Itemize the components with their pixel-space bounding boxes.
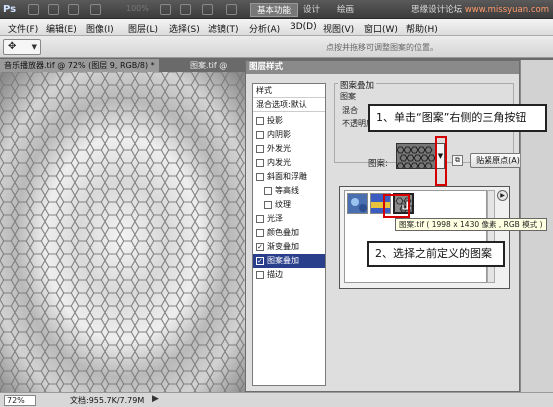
effect-checkbox[interactable] xyxy=(256,271,264,279)
effect-label: 等高线 xyxy=(275,186,299,195)
effect-item[interactable]: 内发光 xyxy=(253,156,325,170)
effect-checkbox[interactable]: ✓ xyxy=(256,243,264,251)
dialog-title: 图层样式 xyxy=(246,61,519,74)
effect-checkbox[interactable] xyxy=(264,201,272,209)
pattern-grid xyxy=(344,190,487,283)
effect-item[interactable]: 光泽 xyxy=(253,212,325,226)
menu-filter[interactable]: 滤镜(T) xyxy=(208,22,239,35)
menu-3d[interactable]: 3D(D) xyxy=(290,22,317,32)
workspace-design[interactable]: 设计 xyxy=(297,3,326,17)
pattern-tooltip: 图案.tif ( 1998 x 1430 像素 , RGB 模式 ) xyxy=(395,218,547,231)
effect-checkbox[interactable] xyxy=(256,145,264,153)
options-hint: 点按并拖移可调整图案的位置。 xyxy=(326,43,438,52)
zoom-field[interactable]: 72% xyxy=(4,395,36,406)
effect-item[interactable]: 内阴影 xyxy=(253,128,325,142)
status-bar: 72% 文档:955.7K/7.79M ▶ xyxy=(0,392,553,407)
blend-options-item[interactable]: 混合选项:默认 xyxy=(253,98,325,112)
screen-mode-icon[interactable] xyxy=(226,4,237,15)
effect-item[interactable]: 纹理 xyxy=(253,198,325,212)
pattern-preset-bubbles[interactable] xyxy=(347,193,368,214)
zoom-level[interactable]: 100% xyxy=(126,4,149,13)
workspace-painting[interactable]: 绘画 xyxy=(331,3,360,17)
menu-file[interactable]: 文件(F) xyxy=(8,22,38,35)
effect-label: 颜色叠加 xyxy=(267,228,299,237)
picker-menu-icon[interactable]: ▶ xyxy=(497,190,508,201)
effect-item[interactable]: 等高线 xyxy=(253,184,325,198)
effect-item[interactable]: ✓ 渐变叠加 xyxy=(253,240,325,254)
effect-item[interactable]: 描边 xyxy=(253,268,325,282)
effect-item[interactable]: 斜面和浮雕 xyxy=(253,170,325,184)
step2-callout: 2、选择之前定义的图案 xyxy=(367,241,505,267)
pattern-label: 图案: xyxy=(368,159,388,169)
styles-list: 样式 混合选项:默认 投影 内阴影 外发光 内发光 斜面和浮雕 等高线 纹理 光泽 颜色叠加 ✓ 渐… xyxy=(252,83,326,386)
effect-checkbox[interactable] xyxy=(256,159,264,167)
tab-music-player-doc[interactable]: 音乐播放器.tif @ 72% (图层 9, RGB/8) * xyxy=(0,59,159,72)
effect-checkbox[interactable]: ✓ xyxy=(256,257,264,265)
menu-analysis[interactable]: 分析(A) xyxy=(249,22,280,35)
zoom-tool-icon[interactable] xyxy=(90,4,101,15)
blend-mode-label: 混合 xyxy=(342,106,358,115)
pattern-grid-scrollbar[interactable] xyxy=(487,190,495,283)
highlight-selected-pattern xyxy=(383,194,410,218)
move-tool-icon: ✥ xyxy=(8,41,17,52)
watermark: 思缘设计论坛 www.missyuan.com xyxy=(411,3,549,15)
effect-item[interactable]: 外发光 xyxy=(253,142,325,156)
effect-checkbox[interactable] xyxy=(256,229,264,237)
effect-label: 图案叠加 xyxy=(267,256,299,265)
brand-name: 思缘设计论坛 xyxy=(411,5,463,15)
pattern-overlay-title: 图案叠加 xyxy=(338,79,377,91)
bridge-icon[interactable] xyxy=(28,4,39,15)
arrange-documents-icon[interactable] xyxy=(202,4,213,15)
effect-item[interactable]: 投影 xyxy=(253,114,325,128)
styles-header[interactable]: 样式 xyxy=(253,84,325,98)
document-canvas[interactable] xyxy=(0,72,245,392)
effect-label: 渐变叠加 xyxy=(267,242,299,251)
menu-window[interactable]: 窗口(W) xyxy=(364,22,398,35)
highlight-dropdown-arrow xyxy=(435,136,447,186)
effect-label: 斜面和浮雕 xyxy=(267,172,307,181)
view-extras-icon[interactable] xyxy=(68,4,79,15)
options-bar: ✥ ▼ 点按并拖移可调整图案的位置。 xyxy=(0,36,553,58)
menu-view[interactable]: 视图(V) xyxy=(323,22,354,35)
effect-label: 外发光 xyxy=(267,144,291,153)
photoshop-logo: Ps xyxy=(3,4,17,15)
menu-help[interactable]: 帮助(H) xyxy=(406,22,438,35)
menu-image[interactable]: 图像(I) xyxy=(86,22,114,35)
application-bar: Ps 100% 基本功能 设计 绘画 思缘设计论坛 www.missyuan.c… xyxy=(0,0,553,19)
hand-tool-icon[interactable] xyxy=(160,4,171,15)
effect-checkbox[interactable] xyxy=(264,187,272,195)
document-size-info[interactable]: 文档:955.7K/7.79M xyxy=(70,395,144,406)
chevron-down-icon: ▼ xyxy=(31,43,37,51)
step1-callout: 1、单击“图案”右侧的三角按钮 xyxy=(368,104,547,132)
workspace-essentials[interactable]: 基本功能 xyxy=(250,3,299,17)
effect-checkbox[interactable] xyxy=(256,215,264,223)
snap-to-origin-button[interactable]: 贴紧原点(A) xyxy=(470,153,526,168)
effect-label: 描边 xyxy=(267,270,283,279)
effect-label: 纹理 xyxy=(275,200,291,209)
effect-label: 内阴影 xyxy=(267,130,291,139)
effect-checkbox[interactable] xyxy=(256,117,264,125)
pattern-subgroup-title: 图案 xyxy=(340,92,356,101)
menu-layer[interactable]: 图层(L) xyxy=(128,22,158,35)
pattern-picker-popup: ▶ xyxy=(339,186,510,289)
effect-checkbox[interactable] xyxy=(256,173,264,181)
mini-bridge-icon[interactable] xyxy=(48,4,59,15)
menu-select[interactable]: 选择(S) xyxy=(169,22,200,35)
pattern-swatch[interactable] xyxy=(396,143,436,169)
brand-site: www.missyuan.com xyxy=(464,5,549,15)
menu-edit[interactable]: 编辑(E) xyxy=(46,22,77,35)
effect-item[interactable]: ✓ 图案叠加 xyxy=(253,254,325,268)
effect-checkbox[interactable] xyxy=(256,131,264,139)
hex-pattern-artwork xyxy=(0,72,245,392)
effect-label: 内发光 xyxy=(267,158,291,167)
tab-pattern-doc[interactable]: 图案.tif @ xyxy=(186,59,231,72)
menu-bar: 文件(F) 编辑(E) 图像(I) 图层(L) 选择(S) 滤镜(T) 分析(A… xyxy=(0,19,553,36)
status-menu-arrow-icon[interactable]: ▶ xyxy=(152,394,159,404)
rotate-view-icon[interactable] xyxy=(180,4,191,15)
effect-label: 光泽 xyxy=(267,214,283,223)
effect-label: 投影 xyxy=(267,116,283,125)
new-preset-icon[interactable]: ⧉ xyxy=(452,155,463,166)
tool-preset-picker[interactable]: ✥ ▼ xyxy=(3,39,41,55)
effect-item[interactable]: 颜色叠加 xyxy=(253,226,325,240)
